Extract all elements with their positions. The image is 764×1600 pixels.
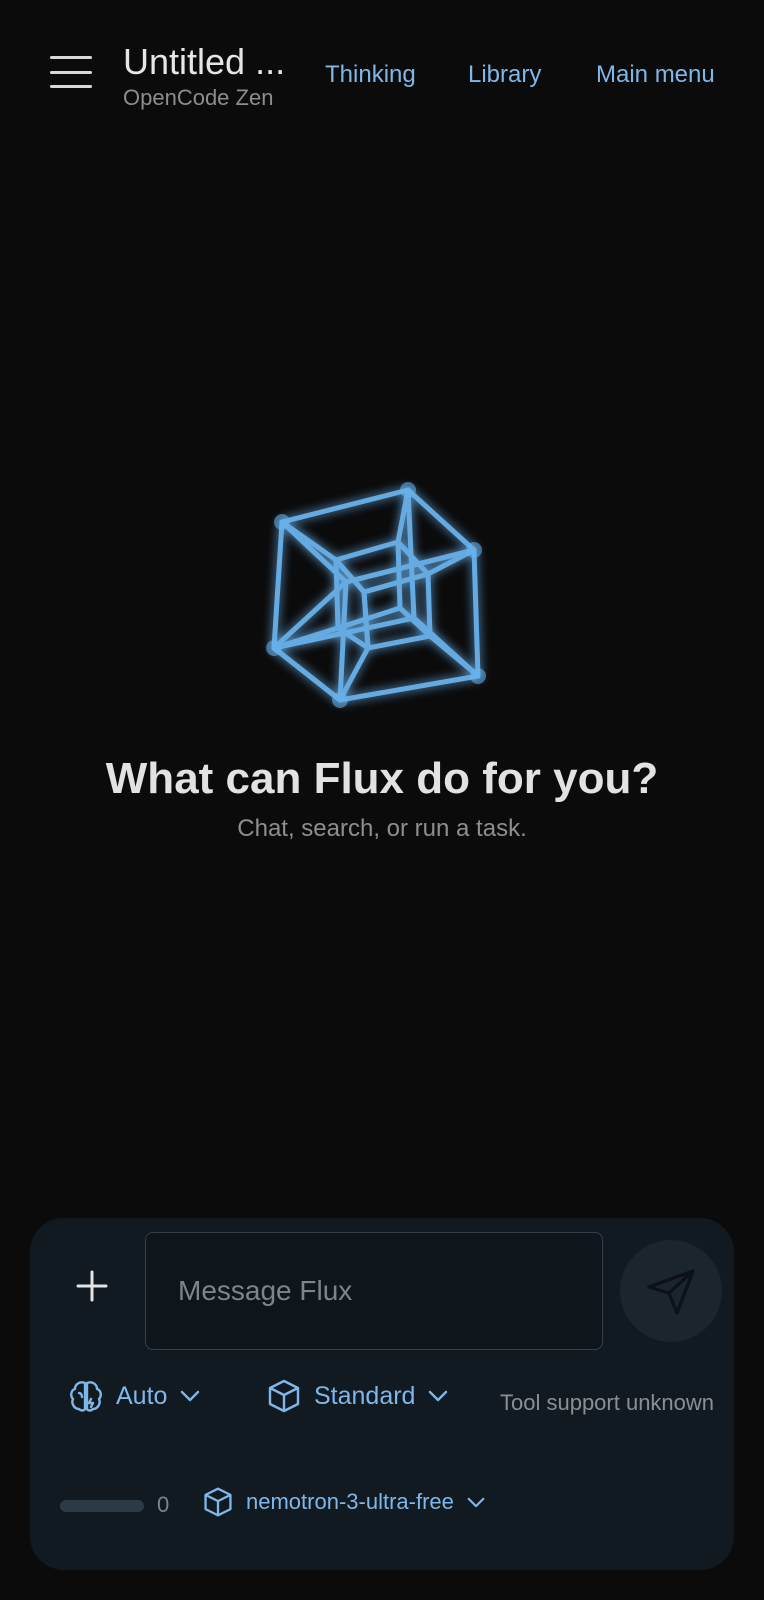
brain-icon — [70, 1381, 102, 1412]
chevron-down-icon — [181, 1390, 200, 1402]
cube-icon — [204, 1487, 232, 1517]
plus-icon — [76, 1270, 108, 1302]
conversation-title-block[interactable]: Untitled ... OpenCode Zen — [123, 42, 285, 112]
hamburger-icon[interactable] — [48, 52, 94, 92]
library-link[interactable]: Library — [468, 60, 541, 90]
thinking-link[interactable]: Thinking — [325, 60, 416, 90]
main-menu-link[interactable]: Main menu — [596, 60, 715, 90]
send-icon — [647, 1269, 695, 1315]
chevron-down-icon — [467, 1497, 485, 1507]
model-selector[interactable]: nemotron-3-ultra-free — [202, 1486, 486, 1518]
response-mode-selector[interactable]: Standard — [266, 1378, 449, 1414]
add-attachment-button[interactable] — [70, 1264, 114, 1308]
reasoning-mode-selector[interactable]: Auto — [68, 1378, 201, 1414]
send-button[interactable] — [620, 1240, 722, 1342]
cube-icon — [268, 1379, 300, 1413]
model-name: nemotron-3-ultra-free — [246, 1489, 454, 1514]
provider-name: OpenCode Zen — [123, 85, 274, 110]
hero-title: What can Flux do for you? — [105, 754, 659, 803]
message-composer: Auto Standard Tool support unknown 0 nem… — [30, 1218, 734, 1570]
conversation-title: Untitled ... — [123, 42, 286, 82]
message-input[interactable] — [145, 1232, 603, 1350]
usage-count: 0 — [157, 1492, 170, 1517]
response-mode-label: Standard — [314, 1381, 416, 1410]
app-header: Untitled ... OpenCode Zen Thinking Libra… — [0, 0, 764, 150]
tool-support-status: Tool support unknown — [500, 1390, 715, 1415]
reasoning-mode-label: Auto — [116, 1381, 168, 1410]
hero-subtitle: Chat, search, or run a task. — [237, 815, 527, 842]
usage-progress-bar — [60, 1500, 144, 1512]
tesseract-icon — [266, 482, 486, 708]
chevron-down-icon — [429, 1390, 448, 1402]
